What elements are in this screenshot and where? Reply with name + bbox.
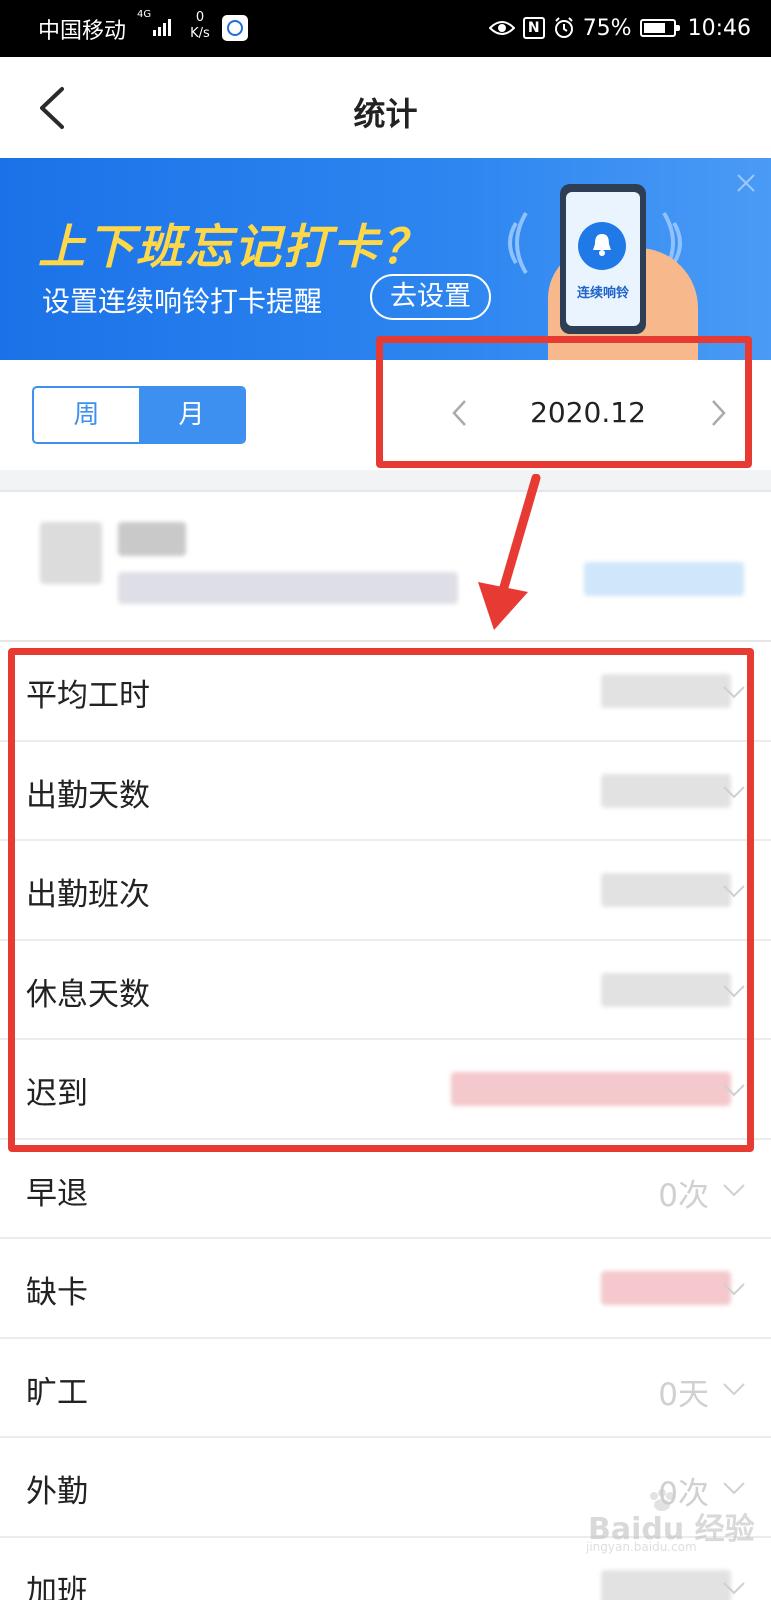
battery-icon (639, 19, 680, 37)
nfc-icon: N (522, 17, 545, 39)
stat-value-redacted (601, 773, 731, 808)
chevron-down-icon[interactable] (721, 1082, 747, 1098)
user-detail-redacted (118, 572, 458, 604)
stat-row[interactable]: 出勤天数 (0, 741, 771, 841)
page-title: 统计 (353, 95, 418, 133)
clock: 10:46 (687, 15, 751, 41)
stat-name: 缺卡 (26, 1275, 88, 1311)
stat-value-redacted (601, 674, 731, 708)
chevron-down-icon[interactable] (721, 1381, 747, 1397)
chevron-down-icon[interactable] (721, 1580, 747, 1596)
banner-headline: 上下班忘记打卡？ (38, 220, 430, 275)
alarm-icon (554, 17, 573, 38)
user-summary-card[interactable] (0, 490, 771, 642)
stat-name: 加班 (26, 1573, 88, 1600)
carrier-name: 中国移动 (38, 19, 127, 44)
stat-name: 平均工时 (26, 678, 150, 714)
status-bar: 中国移动 4G 0 K/s N 75% 10:46 (0, 0, 771, 57)
stat-value: 0次 (658, 1177, 709, 1214)
stat-row[interactable]: 休息天数 (0, 940, 771, 1040)
stat-name: 迟到 (26, 1076, 88, 1112)
month-tab[interactable]: 月 (139, 388, 244, 442)
baidu-watermark: Baidu 经验 jingyan.baidu.com (560, 1488, 760, 1558)
user-name-redacted (118, 522, 186, 556)
stat-row[interactable]: 出勤班次 (0, 841, 771, 941)
bell-icon (593, 234, 611, 256)
net-speed-value: 0 (195, 10, 205, 25)
stat-value-redacted (451, 1072, 731, 1106)
chevron-down-icon[interactable] (721, 883, 747, 899)
banner-cta-button[interactable]: 去设置 (370, 274, 491, 320)
stat-name: 出勤天数 (26, 777, 150, 814)
stat-value-redacted (601, 972, 731, 1007)
month-navigator: 2020.12 (388, 360, 768, 470)
stat-value-redacted (601, 873, 731, 907)
period-toggle: 周 月 (32, 386, 246, 444)
annotation-arrow-icon (478, 474, 541, 630)
stat-value-redacted (601, 1271, 731, 1305)
app-header: 统计 (0, 57, 771, 158)
stat-row[interactable]: 平均工时 (0, 642, 771, 742)
network-type: 4G (137, 9, 152, 20)
avatar (40, 522, 102, 584)
stats-list: 平均工时出勤天数出勤班次休息天数迟到早退 0次缺卡旷工 0天外勤 0次加班 (0, 642, 771, 1600)
promo-banner[interactable]: 上下班忘记打卡？ 设置连续响铃打卡提醒 去设置 连续响铃 (0, 158, 771, 360)
month-label: 2020.12 (530, 396, 646, 429)
eye-comfort-icon (488, 21, 515, 35)
phone-label: 连续响铃 (576, 286, 629, 301)
stat-row[interactable]: 早退 0次 (0, 1139, 771, 1239)
app-notification-icon (222, 15, 248, 41)
chevron-down-icon[interactable] (721, 784, 747, 800)
chevron-down-icon[interactable] (721, 983, 747, 999)
chevron-down-icon[interactable] (721, 1182, 747, 1198)
stat-row[interactable]: 迟到 (0, 1040, 771, 1140)
rule-link-redacted (584, 562, 744, 596)
next-month-icon[interactable] (706, 398, 730, 428)
stat-name: 出勤班次 (26, 877, 150, 913)
stat-row[interactable]: 缺卡 (0, 1239, 771, 1339)
stat-name: 旷工 (26, 1374, 88, 1411)
ring-wave-left-icon (508, 211, 528, 275)
net-speed: 0 K/s (186, 10, 214, 42)
stat-value: 0天 (658, 1376, 709, 1413)
period-controls: 周 月 2020.12 (0, 360, 771, 470)
signal-icon (153, 19, 171, 36)
chevron-down-icon[interactable] (721, 684, 747, 700)
stat-value-redacted (601, 1569, 731, 1600)
banner-subtitle: 设置连续响铃打卡提醒 (42, 285, 323, 318)
stat-name: 休息天数 (26, 976, 150, 1013)
stat-name: 外勤 (26, 1474, 88, 1510)
chevron-down-icon[interactable] (721, 1281, 747, 1297)
battery-percent: 75% (582, 15, 632, 41)
watermark-url: jingyan.baidu.com (586, 1540, 697, 1554)
week-tab[interactable]: 周 (34, 388, 139, 442)
section-divider (0, 470, 771, 490)
stat-name: 早退 (26, 1175, 88, 1212)
stat-row[interactable]: 旷工 0天 (0, 1338, 771, 1438)
close-icon[interactable] (735, 172, 757, 194)
net-speed-unit: K/s (190, 26, 210, 41)
